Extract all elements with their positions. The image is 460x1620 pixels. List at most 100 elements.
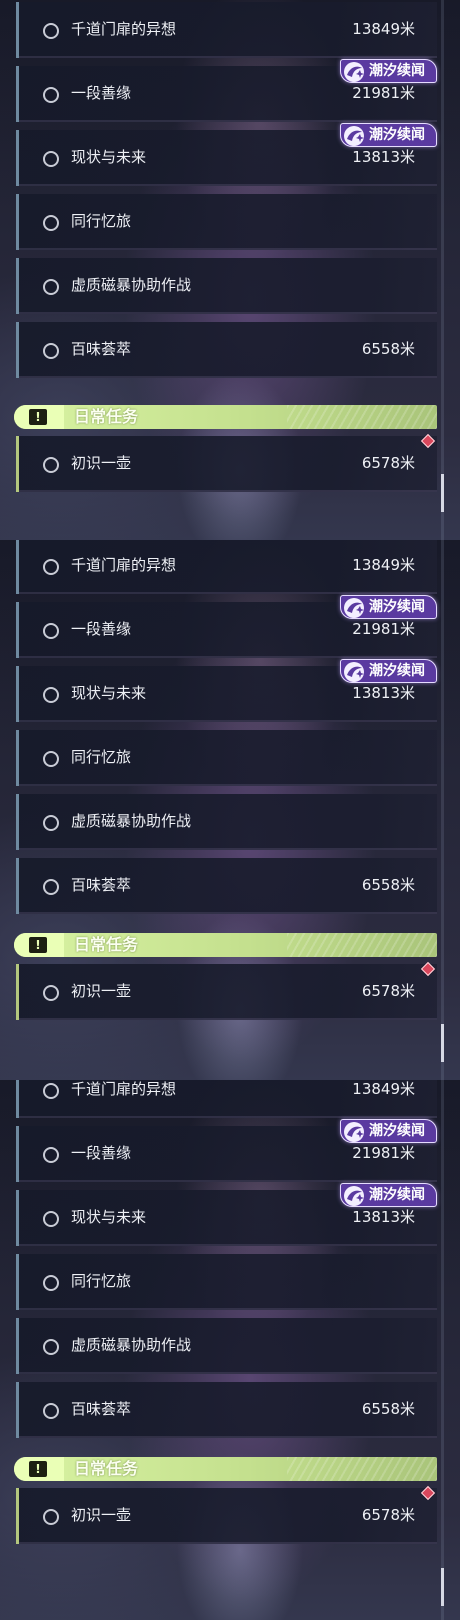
header-icon-box: !: [14, 405, 64, 429]
quest-item[interactable]: 百味荟萃 6558米: [16, 322, 437, 378]
scrollbar[interactable]: [441, 540, 444, 1080]
quest-name: 千道门扉的异想: [71, 20, 177, 38]
daily-quests-header[interactable]: ! 日常任务: [14, 933, 437, 957]
scrollbar[interactable]: [441, 1080, 444, 1620]
quest-name: 现状与未来: [71, 1208, 147, 1226]
quest-radio[interactable]: [43, 1147, 59, 1163]
tide-event-icon: [344, 62, 364, 82]
quest-radio[interactable]: [43, 215, 59, 231]
quest-radio[interactable]: [43, 457, 59, 473]
event-tag-label: 潮汐续闻: [369, 1187, 425, 1203]
scrollbar-thumb[interactable]: [441, 1024, 444, 1062]
event-tag-label: 潮汐续闻: [369, 63, 425, 79]
quest-item[interactable]: 百味荟萃 6558米: [16, 1382, 437, 1438]
quest-item[interactable]: 一段善缘 21981米 潮汐续闻: [16, 1119, 437, 1182]
quest-radio[interactable]: [43, 751, 59, 767]
quest-radio[interactable]: [43, 1509, 59, 1525]
quest-radio[interactable]: [43, 1403, 59, 1419]
quest-name: 百味荟萃: [71, 876, 132, 894]
event-tag-label: 潮汐续闻: [369, 663, 425, 679]
quest-radio[interactable]: [43, 623, 59, 639]
quest-name: 现状与未来: [71, 148, 147, 166]
quest-distance: 21981米: [352, 84, 415, 102]
event-tag-label: 潮汐续闻: [369, 127, 425, 143]
section-title: 日常任务: [74, 935, 139, 954]
quest-distance: 13813米: [352, 1208, 415, 1226]
quest-name: 初识一壶: [71, 454, 132, 472]
daily-quest-item[interactable]: 初识一壶 6578米: [16, 433, 437, 492]
scrollbar-thumb[interactable]: [441, 1568, 444, 1606]
event-tag: 潮汐续闻: [340, 1119, 437, 1143]
tide-event-icon: [344, 126, 364, 146]
quest-item[interactable]: 虚质磁暴协助作战: [16, 258, 437, 314]
quest-item[interactable]: 同行忆旅: [16, 194, 437, 250]
quest-item[interactable]: 一段善缘 21981米 潮汐续闻: [16, 59, 437, 122]
quest-radio[interactable]: [43, 815, 59, 831]
quest-distance: 21981米: [352, 1144, 415, 1162]
quest-radio[interactable]: [43, 687, 59, 703]
daily-quest-item[interactable]: 初识一壶 6578米: [16, 1485, 437, 1544]
quest-radio[interactable]: [43, 1275, 59, 1291]
quest-name: 现状与未来: [71, 684, 147, 702]
quest-distance: 6558米: [361, 340, 415, 358]
daily-quest-item[interactable]: 初识一壶 6578米: [16, 961, 437, 1020]
quest-name: 一段善缘: [71, 84, 132, 102]
quest-name: 初识一壶: [71, 982, 132, 1000]
quest-radio[interactable]: [43, 1211, 59, 1227]
quest-item[interactable]: 同行忆旅: [16, 1254, 437, 1310]
quest-item[interactable]: 千道门扉的异想 13849米: [16, 1080, 437, 1118]
quest-radio[interactable]: [43, 151, 59, 167]
quest-radio[interactable]: [43, 343, 59, 359]
quest-item[interactable]: 现状与未来 13813米 潮汐续闻: [16, 1183, 437, 1246]
quest-list-panel: 千道门扉的异想 13849米 一段善缘 21981米 潮汐续闻 现状与未来 13…: [0, 540, 460, 1080]
quest-item[interactable]: 百味荟萃 6558米: [16, 858, 437, 914]
quest-distance: 6558米: [361, 1400, 415, 1418]
daily-quests-header[interactable]: ! 日常任务: [14, 1457, 437, 1481]
quest-name: 百味荟萃: [71, 340, 132, 358]
tide-event-icon: [344, 1122, 364, 1142]
event-tag-label: 潮汐续闻: [369, 599, 425, 615]
quest-item[interactable]: 虚质磁暴协助作战: [16, 794, 437, 850]
quest-distance: 6578米: [361, 454, 415, 472]
quest-name: 百味荟萃: [71, 1400, 132, 1418]
quest-radio[interactable]: [43, 279, 59, 295]
exclamation-icon: !: [29, 409, 47, 425]
quest-item[interactable]: 现状与未来 13813米 潮汐续闻: [16, 123, 437, 186]
quest-distance: 13813米: [352, 148, 415, 166]
quest-name: 千道门扉的异想: [71, 1080, 177, 1098]
quest-name: 同行忆旅: [71, 212, 132, 230]
scrollbar-thumb[interactable]: [441, 474, 444, 512]
quest-item[interactable]: 虚质磁暴协助作战: [16, 1318, 437, 1374]
quest-item[interactable]: 千道门扉的异想 13849米: [16, 540, 437, 594]
scrollbar[interactable]: [441, 0, 444, 540]
quest-name: 千道门扉的异想: [71, 556, 177, 574]
quest-radio[interactable]: [43, 985, 59, 1001]
quest-distance: 6578米: [361, 1506, 415, 1524]
event-tag: 潮汐续闻: [340, 123, 437, 147]
quest-item[interactable]: 一段善缘 21981米 潮汐续闻: [16, 595, 437, 658]
quest-radio[interactable]: [43, 1339, 59, 1355]
tide-event-icon: [344, 662, 364, 682]
event-tag: 潮汐续闻: [340, 659, 437, 683]
quest-item[interactable]: 同行忆旅: [16, 730, 437, 786]
tracked-marker-icon: [420, 961, 436, 977]
daily-quests-header[interactable]: ! 日常任务: [14, 405, 437, 429]
quest-item[interactable]: 现状与未来 13813米 潮汐续闻: [16, 659, 437, 722]
quest-distance: 13813米: [352, 684, 415, 702]
section-title: 日常任务: [74, 1459, 139, 1478]
header-icon-box: !: [14, 933, 64, 957]
quest-name: 虚质磁暴协助作战: [71, 1336, 192, 1354]
quest-distance: 13849米: [352, 1080, 415, 1098]
section-title: 日常任务: [74, 407, 139, 426]
quest-radio[interactable]: [43, 87, 59, 103]
quest-radio[interactable]: [43, 23, 59, 39]
exclamation-icon: !: [29, 1461, 47, 1477]
quest-name: 一段善缘: [71, 620, 132, 638]
quest-name: 一段善缘: [71, 1144, 132, 1162]
event-tag: 潮汐续闻: [340, 1183, 437, 1207]
quest-radio[interactable]: [43, 879, 59, 895]
quest-radio[interactable]: [43, 559, 59, 575]
quest-item[interactable]: 千道门扉的异想 13849米: [16, 2, 437, 58]
quest-distance: 21981米: [352, 620, 415, 638]
quest-radio[interactable]: [43, 1083, 59, 1099]
